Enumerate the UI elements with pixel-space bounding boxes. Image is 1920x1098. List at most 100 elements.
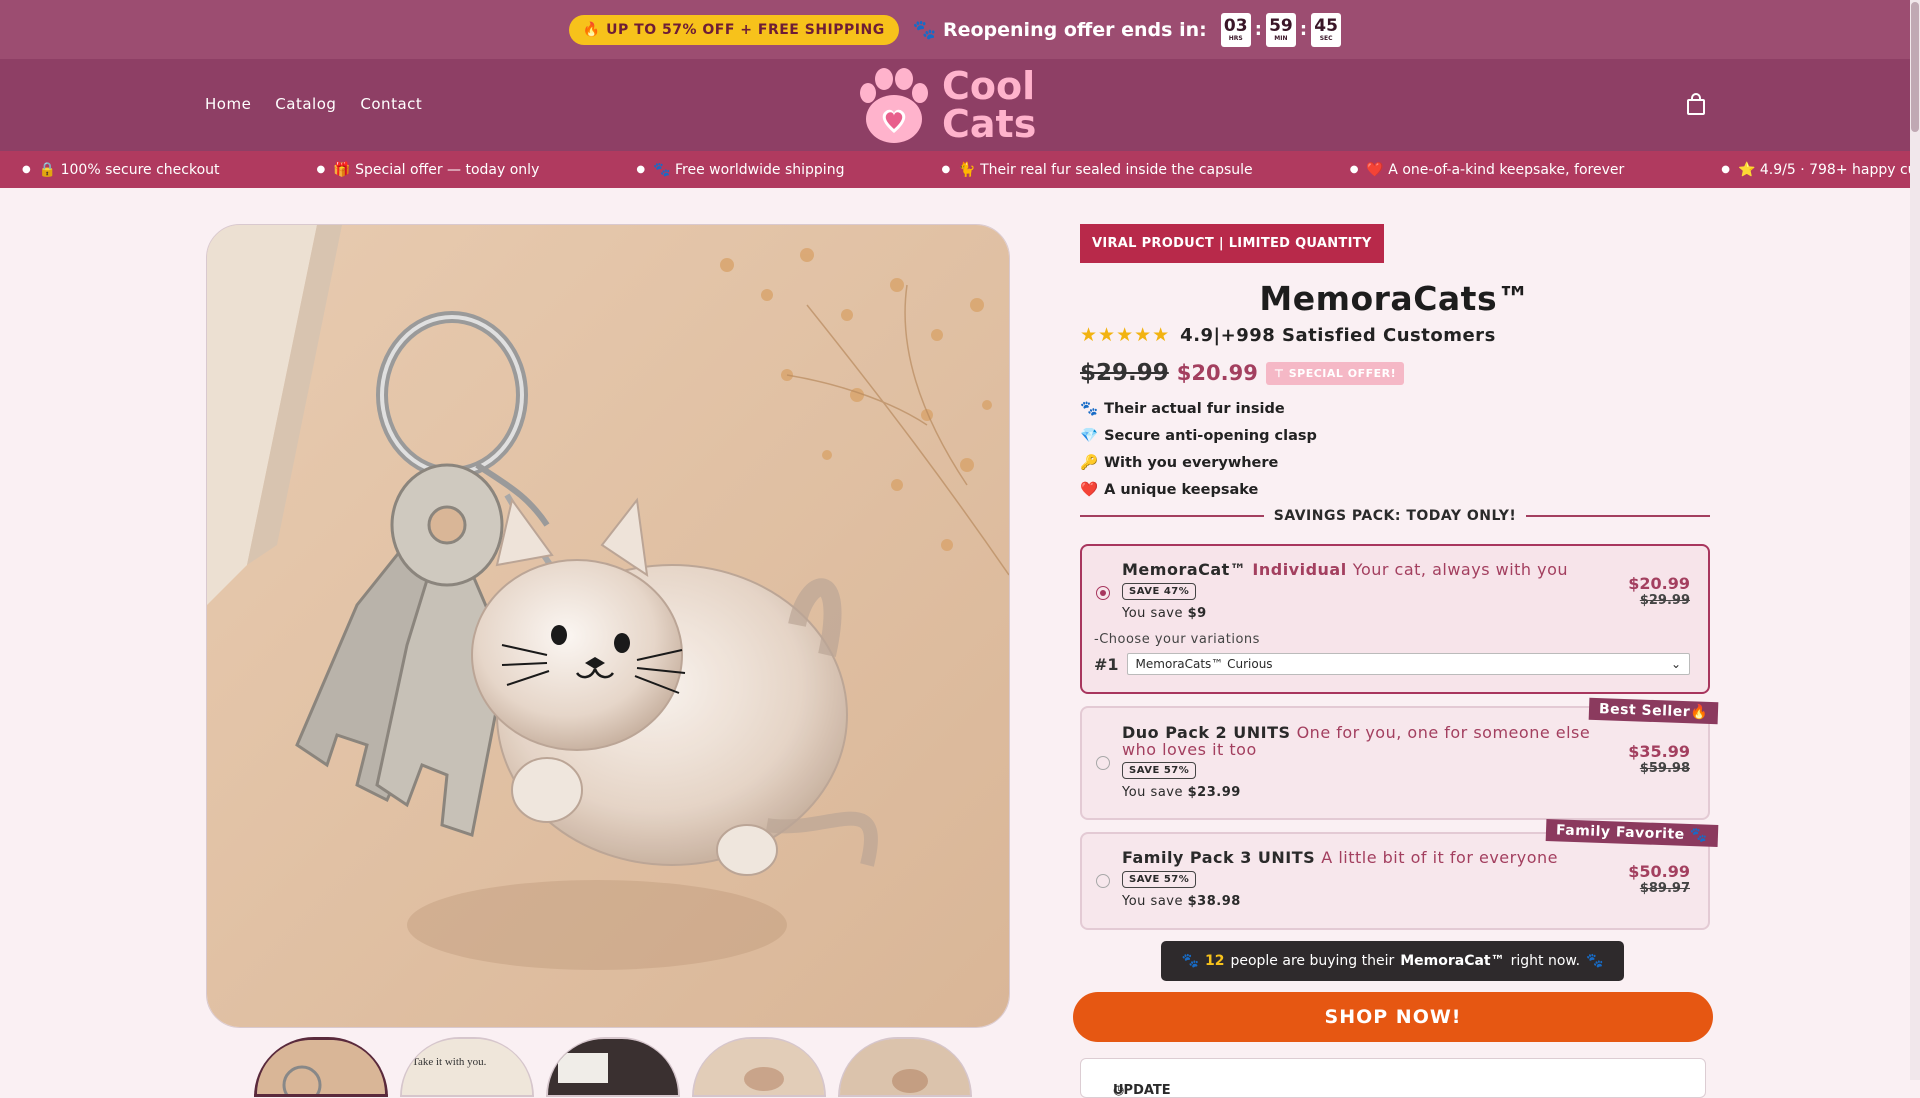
ticker-item: ● 🐾 Free worldwide shipping bbox=[636, 161, 845, 178]
option-duo[interactable]: Best Seller🔥 Duo Pack 2 UNITS One for yo… bbox=[1080, 697, 1719, 820]
thumbnail-3[interactable] bbox=[546, 1037, 680, 1097]
thumbnail-caption: Take it with you. bbox=[412, 1056, 487, 1068]
scrollbar-thumb[interactable] bbox=[1911, 2, 1919, 132]
page-scrollbar[interactable] bbox=[1910, 0, 1920, 1080]
heart-icon: ❤️ bbox=[1080, 482, 1099, 498]
nav-contact[interactable]: Contact bbox=[360, 95, 422, 113]
update-section[interactable]: ◷ UPDATE bbox=[1080, 1058, 1706, 1098]
countdown-separator: : bbox=[1254, 19, 1262, 40]
cart-button[interactable] bbox=[1686, 93, 1706, 119]
option-individual[interactable]: MemoraCat™ Individual Your cat, always w… bbox=[1080, 544, 1710, 694]
option-price: $35.99 $59.98 bbox=[1628, 742, 1690, 776]
option-radio[interactable] bbox=[1096, 756, 1110, 770]
feature-item: 🐾 Their actual fur inside bbox=[1080, 400, 1285, 418]
product-info: VIRAL PRODUCT | LIMITED QUANTITY MemoraC… bbox=[1080, 224, 1719, 930]
paw-icon: 🐾 bbox=[1586, 953, 1604, 969]
main-nav: Home Catalog Contact bbox=[205, 95, 422, 113]
product-title: MemoraCats™ bbox=[1259, 279, 1531, 318]
thumbnail-4[interactable] bbox=[692, 1037, 826, 1097]
announcement-bar: 🔥 UP TO 57% OFF + FREE SHIPPING 🐾 Reopen… bbox=[0, 0, 1910, 59]
thumbnail-image bbox=[694, 1039, 824, 1095]
you-save: You save $9 bbox=[1122, 606, 1207, 621]
variation-number: #1 bbox=[1094, 654, 1119, 674]
feature-item: ❤️ A unique keepsake bbox=[1080, 481, 1259, 499]
viral-badge: VIRAL PRODUCT | LIMITED QUANTITY bbox=[1080, 224, 1384, 263]
thumbnail-image bbox=[840, 1039, 970, 1095]
logo-wordmark: Cool Cats bbox=[936, 67, 1036, 143]
paw-icon: 🐾 bbox=[1080, 401, 1099, 417]
shopping-bag-icon bbox=[1687, 93, 1705, 115]
nav-catalog[interactable]: Catalog bbox=[275, 95, 336, 113]
social-text: people are buying their bbox=[1230, 953, 1395, 969]
thumbnail-1[interactable] bbox=[254, 1037, 388, 1097]
buyer-count: 12 bbox=[1204, 953, 1225, 969]
option-radio[interactable] bbox=[1096, 874, 1110, 888]
ticker-item: ● 🐈 Their real fur sealed inside the caps… bbox=[941, 161, 1253, 178]
feature-list: 🐾 Their actual fur inside 💎 Secure anti-op… bbox=[1080, 400, 1710, 499]
sale-price: $20.99 bbox=[1176, 361, 1258, 385]
best-seller-ribbon: Best Seller🔥 bbox=[1588, 697, 1719, 725]
price-row: $29.99 $20.99 ⊤ SPECIAL OFFER! bbox=[1080, 360, 1710, 386]
option-title: MemoraCat™ Individual Your cat, always w… bbox=[1122, 560, 1569, 579]
savings-pack-heading: SAVINGS PACK: TODAY ONLY! bbox=[1080, 508, 1711, 524]
minutes-value: 59 bbox=[1269, 15, 1293, 36]
family-favorite-ribbon: Family Favorite 🐾 bbox=[1545, 819, 1719, 847]
option-radio[interactable] bbox=[1096, 586, 1110, 600]
you-save: You save $38.98 bbox=[1122, 894, 1241, 909]
countdown-seconds: 45 SEC bbox=[1311, 12, 1342, 47]
countdown-timer: 03 HRS : 59 MIN : 45 SEC bbox=[1220, 12, 1342, 47]
option-family[interactable]: Family Favorite 🐾 Family Pack 3 UNITS A … bbox=[1080, 819, 1719, 930]
shop-now-button[interactable]: SHOP NOW! bbox=[1073, 992, 1713, 1042]
ticker-item: ●⭐ 4.9/5 · 798+ happy customers bbox=[1721, 161, 1910, 178]
social-product: MemoraCat™ bbox=[1400, 953, 1505, 969]
ticker-item: ● 🔒 100% secure checkout bbox=[22, 161, 220, 178]
countdown-label: 🐾 Reopening offer ends in: bbox=[912, 19, 1207, 41]
key-icon: 🔑 bbox=[1080, 455, 1099, 471]
keychain-photo bbox=[207, 225, 1009, 1027]
seconds-unit: SEC bbox=[1319, 34, 1333, 42]
thumbnail-image bbox=[548, 1039, 678, 1095]
variation-select[interactable]: MemoraCats™ Curious ⌄ bbox=[1126, 653, 1690, 675]
countdown-separator: : bbox=[1299, 19, 1308, 40]
hours-value: 03 bbox=[1223, 15, 1248, 36]
nav-home[interactable]: Home bbox=[205, 95, 251, 113]
site-header: Home Catalog Contact Cool Cats bbox=[0, 59, 1910, 151]
save-chip: SAVE 57% bbox=[1122, 762, 1197, 779]
seconds-value: 45 bbox=[1314, 15, 1338, 36]
variation-row: #1 MemoraCats™ Curious ⌄ bbox=[1094, 653, 1690, 675]
ticker-item: ● 🎁 Special offer — today only bbox=[316, 161, 540, 178]
star-rating-icon: ★★★★★ bbox=[1080, 324, 1171, 346]
thumbnail-2[interactable]: Take it with you. bbox=[400, 1037, 534, 1097]
special-offer-badge: ⊤ SPECIAL OFFER! bbox=[1265, 361, 1405, 385]
feature-item: 💎 Secure anti-opening clasp bbox=[1080, 427, 1317, 445]
diamond-icon: 💎 bbox=[1080, 428, 1099, 444]
social-text: right now. bbox=[1510, 953, 1581, 969]
save-chip: SAVE 47% bbox=[1122, 583, 1197, 600]
hours-unit: HRS bbox=[1228, 34, 1243, 42]
countdown-hours: 03 HRS bbox=[1220, 12, 1251, 47]
save-chip: SAVE 57% bbox=[1122, 871, 1197, 888]
compare-price: $29.99 bbox=[1080, 360, 1169, 386]
minutes-unit: MIN bbox=[1274, 34, 1288, 42]
promo-pill: 🔥 UP TO 57% OFF + FREE SHIPPING bbox=[568, 14, 899, 45]
ticker-item: ● ❤️ A one-of-a-kind keepsake, forever bbox=[1349, 161, 1625, 178]
option-title: Duo Pack 2 UNITS One for you, one for so… bbox=[1122, 723, 1591, 759]
variation-label: -Choose your variations bbox=[1094, 632, 1260, 647]
paw-icon: 🐾 bbox=[1181, 953, 1199, 969]
social-proof-toast: 🐾 12 people are buying their MemoraCat™ … bbox=[1161, 941, 1624, 981]
logo-line1: Cool bbox=[942, 64, 1036, 108]
product-main-image[interactable] bbox=[206, 224, 1010, 1028]
rating-row: ★★★★★ 4.9|+998 Satisfied Customers bbox=[1080, 324, 1710, 346]
tag-icon: ⊤ bbox=[1273, 366, 1289, 380]
thumbnail-image: Take it with you. bbox=[402, 1039, 532, 1095]
benefits-ticker: ● 🔒 100% secure checkout ● 🎁 Special offer… bbox=[0, 151, 1910, 188]
option-price: $20.99 $29.99 bbox=[1628, 574, 1690, 608]
option-title: Family Pack 3 UNITS A little bit of it f… bbox=[1122, 848, 1558, 867]
thumbnail-image bbox=[257, 1040, 385, 1094]
feature-item: 🔑 With you everywhere bbox=[1080, 454, 1279, 472]
thumbnail-strip: Take it with you. bbox=[254, 1037, 972, 1097]
logo-line2: Cats bbox=[942, 102, 1037, 146]
site-logo[interactable]: Cool Cats bbox=[852, 63, 1062, 147]
chevron-down-icon: ⌄ bbox=[1670, 657, 1681, 671]
thumbnail-5[interactable] bbox=[838, 1037, 972, 1097]
